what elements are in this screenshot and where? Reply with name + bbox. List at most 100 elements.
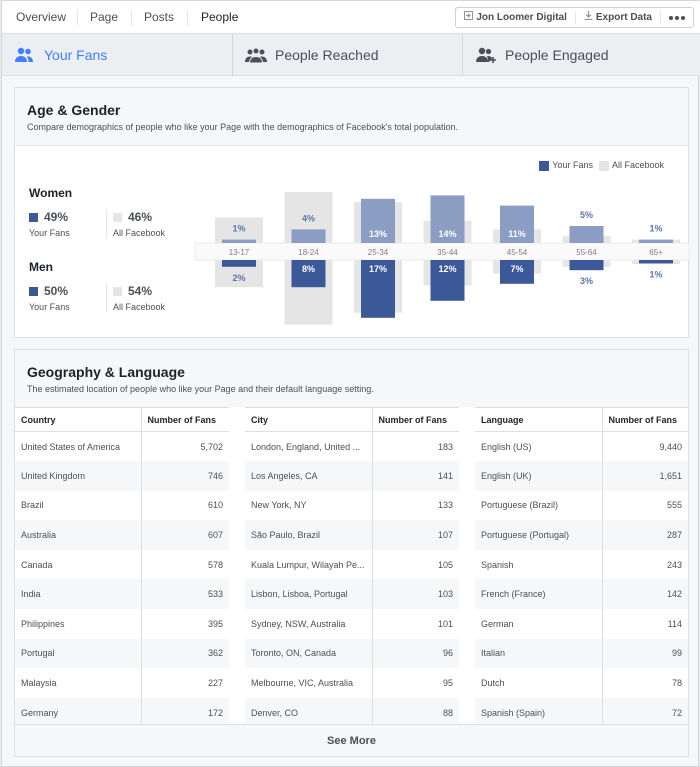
export-data-label: Export Data bbox=[595, 12, 652, 23]
women-fans-data-label: 1% bbox=[232, 224, 245, 234]
women-all-pct: 46% bbox=[128, 210, 153, 224]
language-table: Language Number of Fans English (US) 9,440 E… bbox=[475, 407, 688, 728]
table-row: Spanish (Spain) 72 bbox=[475, 697, 688, 728]
more-options-button[interactable] bbox=[661, 8, 693, 27]
bar-fans-women bbox=[222, 239, 256, 243]
table-row: Spanish 243 bbox=[475, 549, 688, 580]
cell-fans-count: 533 bbox=[140, 579, 229, 610]
cell-name: English (US) bbox=[481, 441, 532, 452]
age-range-label: 65+ bbox=[649, 248, 663, 257]
women-fans-data-label: 14% bbox=[438, 229, 456, 239]
cell-fans-count: 107 bbox=[371, 520, 459, 550]
women-label: Women bbox=[29, 186, 73, 200]
table-row: Lisbon, Lisboa, Portugal 103 bbox=[245, 579, 459, 610]
column-header-fans[interactable]: Number of Fans bbox=[371, 407, 459, 432]
table-row: Portugal 362 bbox=[15, 638, 229, 669]
cell-name: Kuala Lumpur, Wilayah Pe... bbox=[251, 559, 365, 570]
cell-name: Malaysia bbox=[21, 678, 57, 689]
cell-fans-count: 103 bbox=[371, 579, 459, 610]
tab-overview[interactable]: Overview bbox=[16, 1, 66, 34]
cell-fans-count: 105 bbox=[371, 549, 459, 580]
table-row: Germany 172 bbox=[15, 697, 229, 728]
table-row: English (US) 9,440 bbox=[475, 431, 688, 462]
women-fans-data-label: 4% bbox=[302, 213, 315, 223]
tab-posts[interactable]: Posts bbox=[144, 1, 174, 34]
men-summary: Men 50% Your Fans 54% All Facebook bbox=[29, 260, 183, 312]
table-row: Brazil 610 bbox=[15, 490, 229, 521]
men-fans-label: Your Fans bbox=[29, 302, 70, 312]
table-row: German 114 bbox=[475, 609, 688, 639]
tab-page[interactable]: Page bbox=[90, 1, 118, 34]
cell-fans-count: 99 bbox=[601, 638, 688, 669]
cell-fans-count: 5,702 bbox=[140, 431, 229, 462]
insights-top-nav: Overview Page Posts People Jon Loomer Di… bbox=[2, 1, 700, 34]
subtab-people-reached[interactable]: People Reached bbox=[232, 34, 462, 76]
export-data-button[interactable]: Export Data bbox=[576, 8, 660, 27]
cell-name: Portuguese (Portugal) bbox=[475, 520, 602, 550]
men-fans-data-label: 7% bbox=[510, 264, 523, 274]
table-row: Italian 99 bbox=[475, 638, 688, 669]
column-header-fans[interactable]: Number of Fans bbox=[140, 407, 229, 432]
table-row: London, England, United ... 183 bbox=[245, 431, 459, 462]
cell-fans-count: 287 bbox=[601, 520, 688, 550]
cell-name: São Paulo, Brazil bbox=[245, 520, 372, 550]
men-all-label: All Facebook bbox=[113, 302, 166, 312]
cell-fans-count: 78 bbox=[601, 668, 688, 698]
cell-name: Portuguese (Brazil) bbox=[481, 500, 559, 511]
see-more-button[interactable]: See More bbox=[15, 724, 688, 756]
table-row: Los Angeles, CA 141 bbox=[245, 461, 459, 491]
cell-name: Australia bbox=[15, 520, 141, 550]
table-row: United States of America 5,702 bbox=[15, 431, 229, 462]
cell-name: Italian bbox=[475, 638, 602, 669]
table-row: Melbourne, VIC, Australia 95 bbox=[245, 668, 459, 698]
subtab-your-fans[interactable]: Your Fans bbox=[2, 34, 232, 76]
cell-name: Melbourne, VIC, Australia bbox=[251, 678, 354, 689]
cell-fans-count: 9,440 bbox=[601, 431, 688, 462]
column-header-name[interactable]: Country bbox=[15, 407, 141, 432]
bar-fans-women bbox=[569, 226, 604, 243]
column-header-fans[interactable]: Number of Fans bbox=[601, 407, 688, 432]
download-icon bbox=[584, 8, 593, 27]
insights-frame: Overview Page Posts People Jon Loomer Di… bbox=[1, 0, 700, 767]
men-fans-data-label: 3% bbox=[580, 276, 593, 286]
men-fans-data-label: 2% bbox=[232, 273, 245, 283]
table-row: Portuguese (Portugal) 287 bbox=[475, 520, 688, 550]
men-all-pct: 54% bbox=[128, 284, 153, 298]
women-fans-pct: 49% bbox=[44, 210, 69, 224]
people-add-icon bbox=[476, 47, 496, 63]
age-range-label: 18-24 bbox=[298, 248, 319, 257]
chart-legend: Your Fans All Facebook bbox=[539, 160, 664, 171]
cell-name: Spanish bbox=[481, 559, 514, 570]
switch-page-button[interactable]: Jon Loomer Digital bbox=[456, 8, 575, 27]
cell-fans-count: 95 bbox=[371, 668, 459, 698]
city-table: City Number of Fans London, England, Unite… bbox=[245, 407, 459, 728]
women-all-label: All Facebook bbox=[113, 228, 166, 238]
subtab-label: People Engaged bbox=[505, 47, 609, 63]
men-fans-pct: 50% bbox=[44, 284, 69, 298]
men-fans-data-label: 12% bbox=[438, 264, 456, 274]
table-row: Canada 578 bbox=[15, 549, 229, 580]
cell-fans-count: 555 bbox=[601, 490, 688, 521]
table-row: Kuala Lumpur, Wilayah Pe... 105 bbox=[245, 549, 459, 580]
tab-people[interactable]: People bbox=[201, 1, 238, 34]
people-icon bbox=[15, 47, 33, 62]
group-icon bbox=[245, 47, 267, 63]
men-label: Men bbox=[29, 260, 53, 274]
fans-swatch bbox=[29, 212, 38, 222]
column-header-name[interactable]: Language bbox=[475, 407, 602, 432]
page-tools: Jon Loomer Digital Export Data bbox=[455, 7, 694, 28]
geography-language-card: Geography & Language The estimated locat… bbox=[14, 349, 689, 757]
cell-fans-count: 101 bbox=[371, 609, 459, 639]
cell-name: United Kingdom bbox=[15, 461, 141, 491]
column-header-name[interactable]: City bbox=[245, 407, 372, 432]
table-row: São Paulo, Brazil 107 bbox=[245, 520, 459, 550]
table-row: Denver, CO 88 bbox=[245, 697, 459, 728]
all-facebook-swatch bbox=[113, 286, 122, 296]
cell-name: Brazil bbox=[21, 500, 44, 511]
table-row: English (UK) 1,651 bbox=[475, 461, 688, 491]
bar-fans-women bbox=[291, 229, 326, 243]
cell-fans-count: 114 bbox=[601, 609, 688, 639]
cell-fans-count: 607 bbox=[140, 520, 229, 550]
cell-name: Spanish (Spain) bbox=[475, 697, 602, 728]
subtab-people-engaged[interactable]: People Engaged bbox=[462, 34, 700, 76]
